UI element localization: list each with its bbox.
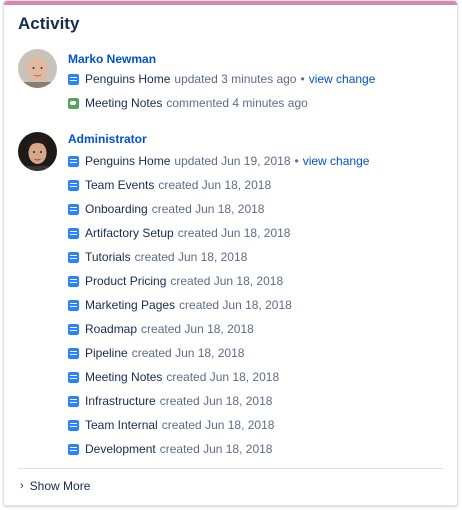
activity-item: Meeting Notes commented 4 minutes ago	[68, 91, 375, 115]
page-icon	[68, 323, 79, 335]
show-more-button[interactable]: › Show More	[20, 479, 90, 493]
activity-item: Onboarding created Jun 18, 2018	[68, 197, 369, 221]
show-more-label: Show More	[29, 479, 91, 493]
activity-item: Penguins Home updated 3 minutes ago • vi…	[68, 67, 375, 91]
page-link[interactable]: Meeting Notes	[85, 96, 162, 110]
activity-meta: created Jun 18, 2018	[170, 274, 284, 288]
page-icon	[68, 299, 79, 311]
page-link[interactable]: Marketing Pages	[85, 298, 175, 312]
activity-meta: created Jun 18, 2018	[159, 394, 273, 408]
separator-dot: •	[294, 154, 299, 168]
user-name-link[interactable]: Administrator	[68, 132, 147, 146]
activity-item: Development created Jun 18, 2018	[68, 437, 369, 461]
page-icon	[68, 443, 79, 455]
separator-dot: •	[300, 72, 305, 86]
page-link[interactable]: Infrastructure	[85, 394, 156, 408]
activity-item: Penguins Home updated Jun 19, 2018 • vie…	[68, 149, 369, 173]
activity-meta: created Jun 18, 2018	[177, 226, 291, 240]
activity-list: Penguins Home updated 3 minutes ago • vi…	[68, 67, 375, 115]
activity-meta: created Jun 18, 2018	[166, 370, 280, 384]
page-link[interactable]: Onboarding	[85, 202, 148, 216]
activity-meta: created Jun 18, 2018	[131, 346, 245, 360]
avatar[interactable]	[18, 49, 57, 88]
activity-item: Team Events created Jun 18, 2018	[68, 173, 369, 197]
page-link[interactable]: Development	[85, 442, 156, 456]
comment-icon	[68, 97, 79, 109]
page-link[interactable]: Team Events	[85, 178, 154, 192]
activity-meta: created Jun 18, 2018	[141, 322, 254, 336]
page-link[interactable]: Roadmap	[85, 322, 137, 336]
activity-item: Meeting Notes created Jun 18, 2018	[68, 365, 369, 389]
activity-item: Infrastructure created Jun 18, 2018	[68, 389, 369, 413]
activity-item: Roadmap created Jun 18, 2018	[68, 317, 369, 341]
activity-item: Team Internal created Jun 18, 2018	[68, 413, 369, 437]
activity-meta: created Jun 18, 2018	[161, 418, 275, 432]
activity-item: Product Pricing created Jun 18, 2018	[68, 269, 369, 293]
activity-meta: created Jun 18, 2018	[134, 250, 248, 264]
activity-item: Pipeline created Jun 18, 2018	[68, 341, 369, 365]
activity-meta: created Jun 18, 2018	[179, 298, 292, 312]
page-link[interactable]: Pipeline	[85, 346, 128, 360]
page-link[interactable]: Penguins Home	[85, 72, 170, 86]
user-name-link[interactable]: Marko Newman	[68, 52, 156, 66]
avatar[interactable]	[18, 132, 57, 171]
activity-item: Marketing Pages created Jun 18, 2018	[68, 293, 369, 317]
page-icon	[68, 251, 79, 263]
page-icon	[68, 155, 79, 167]
activity-meta: created Jun 18, 2018	[158, 178, 272, 192]
activity-list: Penguins Home updated Jun 19, 2018 • vie…	[68, 149, 369, 461]
activity-meta: updated 3 minutes ago	[174, 72, 297, 86]
activity-meta: created Jun 18, 2018	[159, 442, 273, 456]
accent-bar	[4, 1, 457, 5]
page-icon	[68, 203, 79, 215]
page-icon	[68, 371, 79, 383]
page-link[interactable]: Penguins Home	[85, 154, 170, 168]
page-link[interactable]: Meeting Notes	[85, 370, 162, 384]
page-icon	[68, 395, 79, 407]
view-change-link[interactable]: view change	[303, 154, 370, 168]
page-link[interactable]: Artifactory Setup	[85, 226, 174, 240]
page-title: Activity	[18, 14, 80, 33]
activity-item: Tutorials created Jun 18, 2018	[68, 245, 369, 269]
page-link[interactable]: Product Pricing	[85, 274, 166, 288]
activity-meta: commented 4 minutes ago	[166, 96, 308, 110]
page-icon	[68, 73, 79, 85]
page-icon	[68, 179, 79, 191]
page-link[interactable]: Team Internal	[85, 418, 158, 432]
page-link[interactable]: Tutorials	[85, 250, 131, 264]
page-icon	[68, 227, 79, 239]
page-icon	[68, 275, 79, 287]
activity-item: Artifactory Setup created Jun 18, 2018	[68, 221, 369, 245]
chevron-right-icon: ›	[20, 480, 24, 492]
activity-meta: created Jun 18, 2018	[151, 202, 265, 216]
page-icon	[68, 419, 79, 431]
activity-card: Activity Marko Newman Penguins Home upda…	[3, 0, 458, 506]
activity-meta: updated Jun 19, 2018	[174, 154, 291, 168]
page-icon	[68, 347, 79, 359]
divider	[18, 468, 443, 469]
view-change-link[interactable]: view change	[309, 72, 376, 86]
